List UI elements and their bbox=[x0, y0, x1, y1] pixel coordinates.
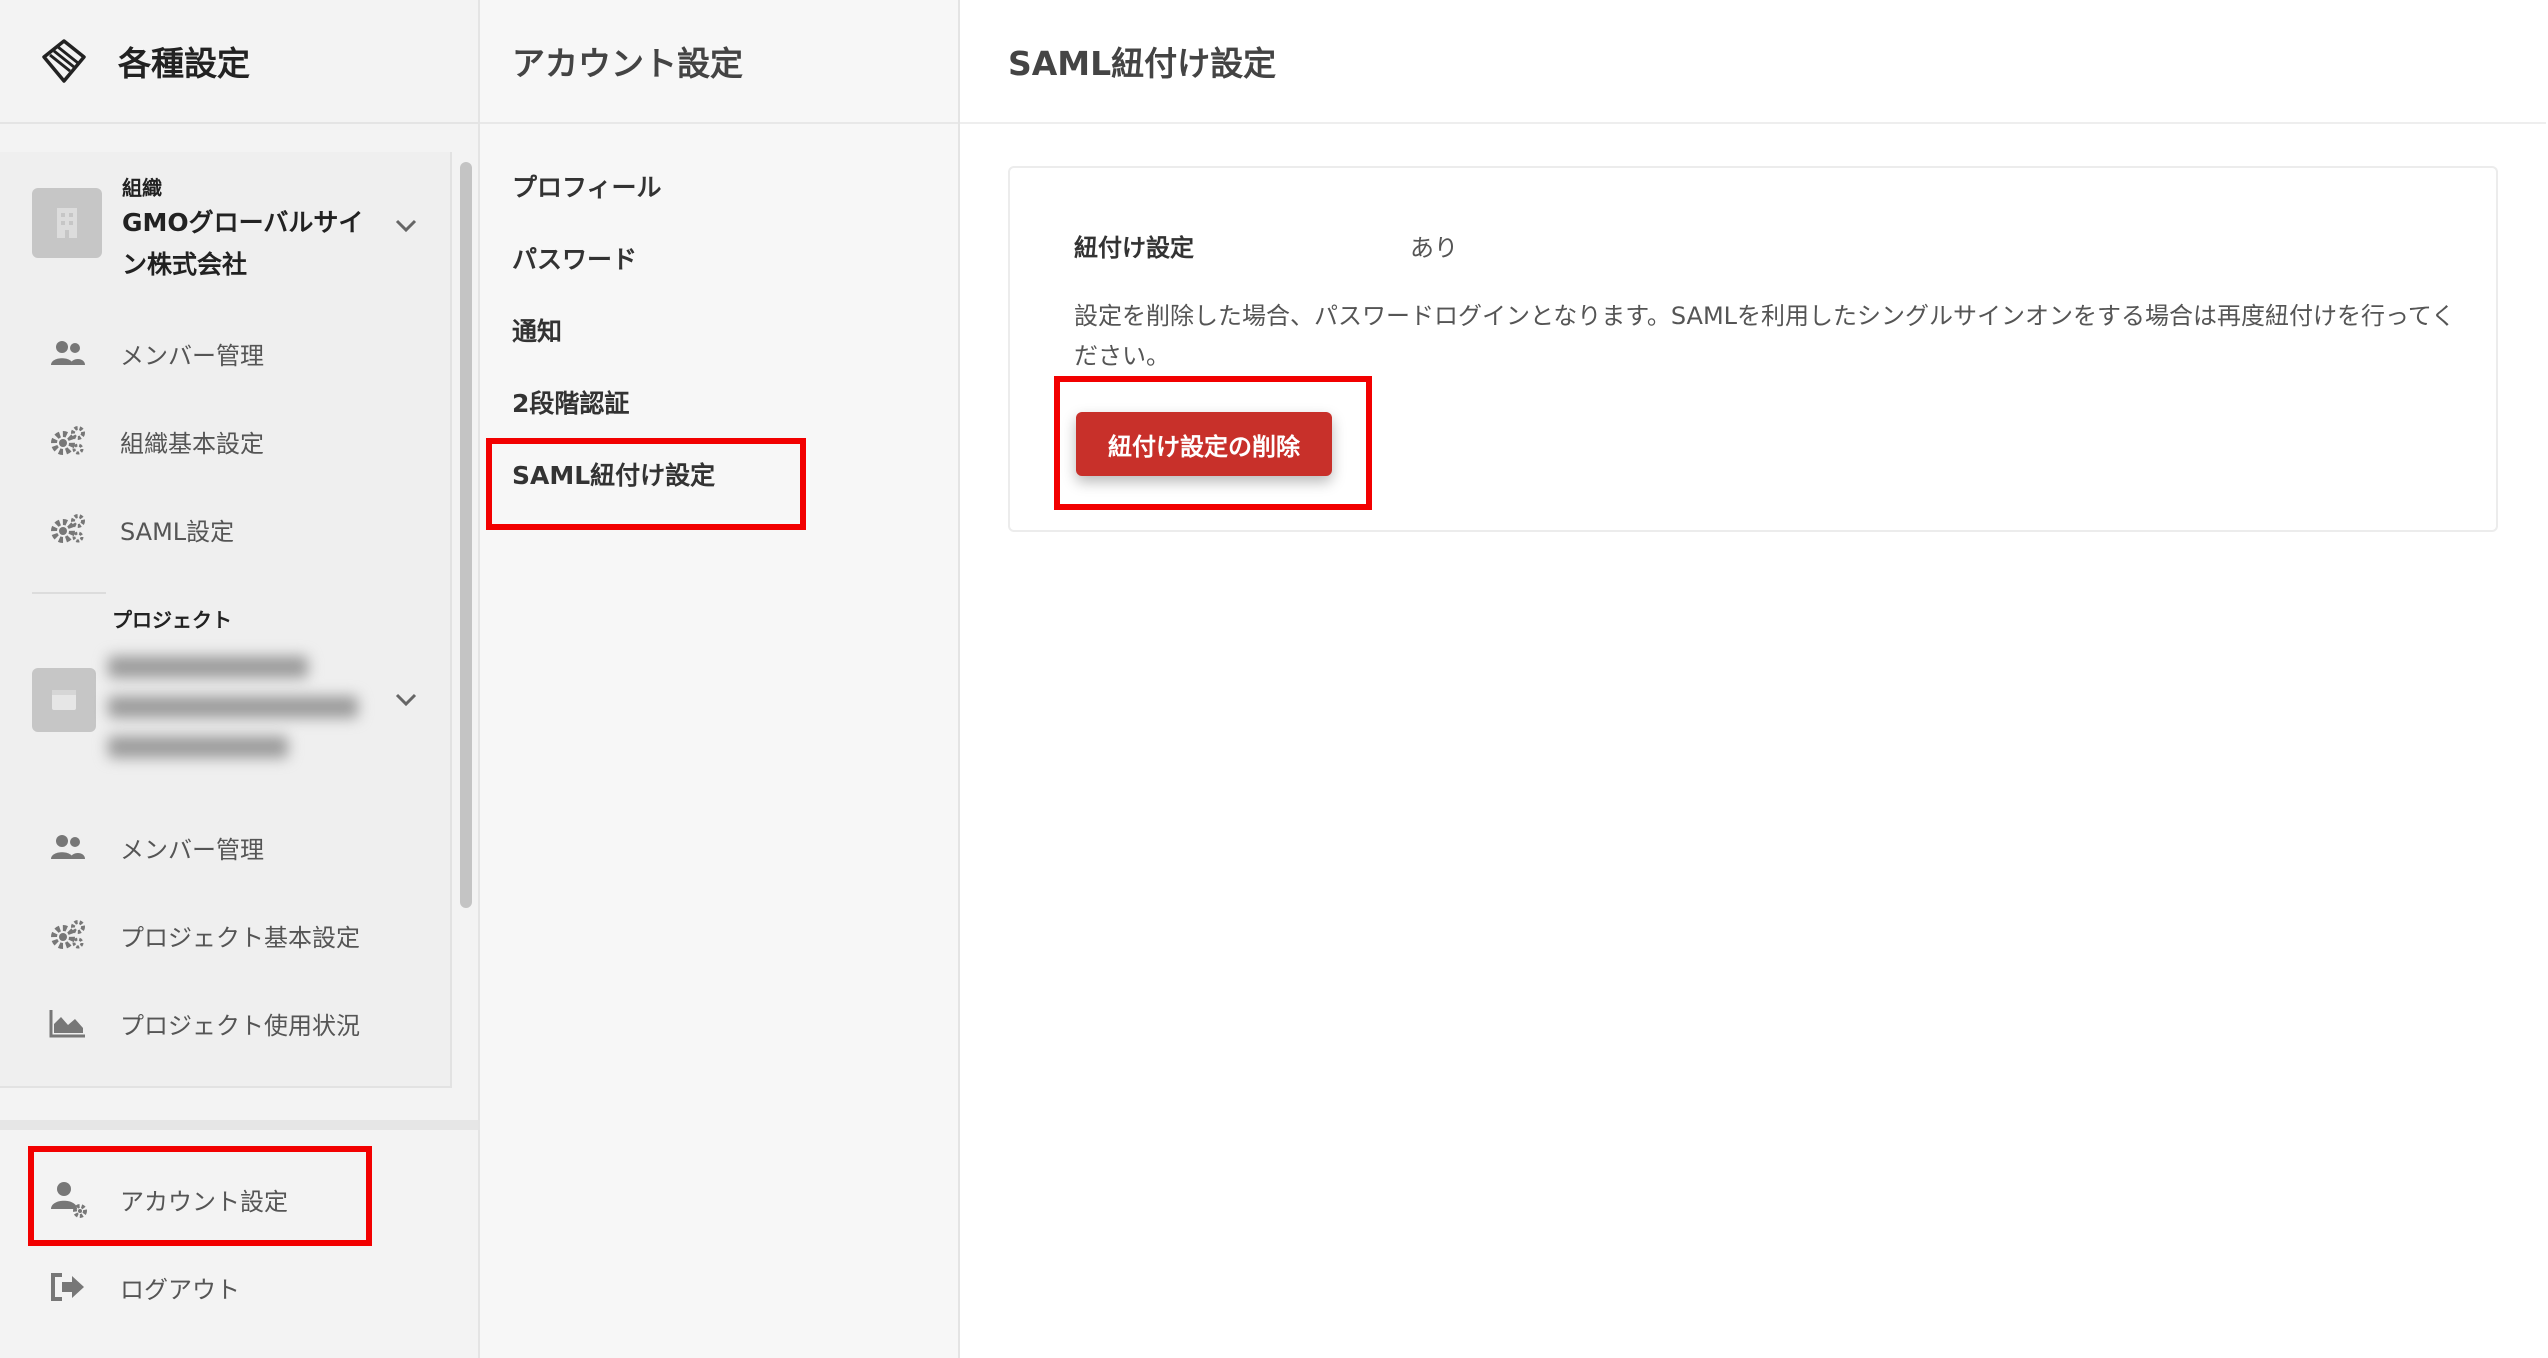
menu-item-notifications[interactable]: 通知 bbox=[512, 302, 912, 358]
delete-link-button[interactable]: 紐付け設定の削除 bbox=[1076, 412, 1332, 476]
gears-icon bbox=[48, 509, 88, 549]
gears-icon bbox=[48, 421, 88, 461]
gears-icon bbox=[48, 915, 88, 955]
divider bbox=[32, 592, 106, 594]
project-avatar bbox=[32, 668, 96, 732]
users-icon bbox=[48, 333, 88, 373]
sidebar-item-label: SAML設定 bbox=[120, 517, 235, 546]
link-setting-label: 紐付け設定 bbox=[1074, 234, 1194, 262]
project-label: プロジェクト bbox=[112, 608, 232, 632]
menu-item-password[interactable]: パスワード bbox=[512, 230, 912, 286]
organization-label: 組織 bbox=[122, 176, 162, 200]
sidebar-item-project-basic-settings[interactable]: プロジェクト基本設定 bbox=[0, 900, 450, 970]
area-chart-icon bbox=[48, 1003, 88, 1043]
building-icon bbox=[57, 208, 77, 238]
main-content: SAML紐付け設定 紐付け設定 あり 設定を削除した場合、パスワードログインとな… bbox=[960, 0, 2548, 1358]
chevron-down-icon[interactable] bbox=[388, 208, 424, 244]
user-gear-icon bbox=[48, 1179, 88, 1219]
middle-header: アカウント設定 bbox=[480, 0, 958, 124]
scrollbar-thumb[interactable] bbox=[460, 162, 472, 908]
logout-icon bbox=[48, 1267, 88, 1307]
sidebar-bottom: アカウント設定 ログアウト bbox=[0, 1120, 478, 1358]
menu-item-profile[interactable]: プロフィール bbox=[512, 158, 912, 214]
sidebar-item-label: アカウント設定 bbox=[120, 1187, 288, 1216]
sidebar-item-label: メンバー管理 bbox=[120, 341, 264, 370]
description-text: 設定を削除した場合、パスワードログインとなります。SAMLを利用したシングルサイ… bbox=[1074, 302, 2456, 370]
chevron-down-icon[interactable] bbox=[388, 682, 424, 718]
sidebar-item-logout[interactable]: ログアウト bbox=[0, 1252, 478, 1322]
account-settings-menu: アカウント設定 プロフィール パスワード 通知 2段階認証 SAML紐付け設定 bbox=[480, 0, 960, 1358]
sidebar-item-org-members[interactable]: メンバー管理 bbox=[0, 318, 450, 388]
content-header: SAML紐付け設定 bbox=[960, 0, 2546, 124]
project-name-redacted bbox=[108, 656, 358, 776]
sidebar-item-project-members[interactable]: メンバー管理 bbox=[0, 812, 450, 882]
sidebar-item-label: メンバー管理 bbox=[120, 835, 264, 864]
sidebar-item-label: ログアウト bbox=[120, 1275, 240, 1304]
sidebar-item-account-settings[interactable]: アカウント設定 bbox=[0, 1164, 478, 1234]
sidebar-item-org-basic-settings[interactable]: 組織基本設定 bbox=[0, 406, 450, 476]
logo-icon bbox=[42, 39, 86, 83]
sidebar-title: 各種設定 bbox=[118, 44, 250, 83]
window-icon bbox=[52, 690, 76, 710]
sidebar-item-label: プロジェクト使用状況 bbox=[120, 1011, 360, 1040]
sidebar-item-label: 組織基本設定 bbox=[120, 429, 264, 458]
users-icon bbox=[48, 827, 88, 867]
sidebar-item-label: プロジェクト基本設定 bbox=[120, 923, 360, 952]
sidebar-scroll-area[interactable]: 組織 GMOグローバルサイン株式会社 メンバー管理 組織基本設定 SAML設定 … bbox=[0, 152, 452, 1088]
organization-avatar bbox=[32, 188, 102, 258]
sidebar-header: 各種設定 bbox=[0, 0, 478, 124]
page-title: SAML紐付け設定 bbox=[1008, 44, 1277, 83]
saml-link-card: 紐付け設定 あり 設定を削除した場合、パスワードログインとなります。SAMLを利… bbox=[1008, 166, 2498, 532]
menu-item-two-factor[interactable]: 2段階認証 bbox=[512, 374, 912, 430]
sidebar: 各種設定 組織 GMOグローバルサイン株式会社 メンバー管理 組織基本設定 SA… bbox=[0, 0, 480, 1358]
organization-name: GMOグローバルサイン株式会社 bbox=[122, 208, 364, 279]
sidebar-scrollbar[interactable] bbox=[452, 152, 478, 1088]
sidebar-item-project-usage[interactable]: プロジェクト使用状況 bbox=[0, 988, 450, 1058]
sidebar-item-saml-settings[interactable]: SAML設定 bbox=[0, 494, 450, 564]
menu-item-saml-link[interactable]: SAML紐付け設定 bbox=[512, 446, 912, 502]
middle-title: アカウント設定 bbox=[512, 44, 743, 83]
link-setting-value: あり bbox=[1410, 234, 1458, 262]
